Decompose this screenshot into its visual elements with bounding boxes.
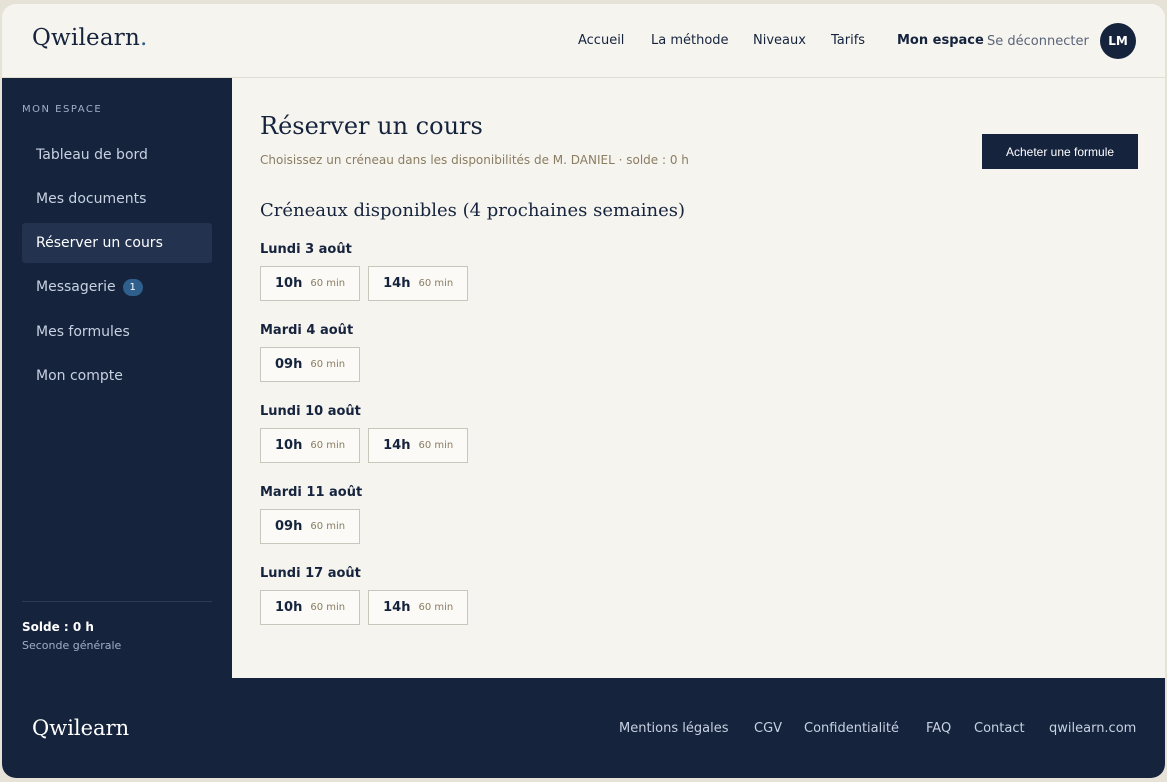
footer-logo[interactable]: Qwilearn <box>32 716 129 740</box>
sidebar-item-label: Réserver un cours <box>36 235 163 251</box>
nav-link-mon-espace[interactable]: Mon espace <box>897 33 984 48</box>
slot-duration: 60 min <box>418 440 454 451</box>
footer-link-contact[interactable]: Contact <box>974 721 1025 736</box>
time-slot[interactable]: 10h 60 min <box>260 590 361 625</box>
sidebar-item-label: Mes formules <box>36 324 130 340</box>
sidebar-item-mon-compte[interactable]: Mon compte <box>22 356 212 396</box>
buy-formula-button[interactable]: Acheter une formule <box>982 134 1138 169</box>
day-group: Mardi 4 août 09h 60 min <box>260 323 860 382</box>
sidebar-level: Seconde générale <box>22 639 122 652</box>
slot-list: 10h 60 min 14h 60 min <box>260 590 860 625</box>
page-title: Réserver un cours <box>260 112 483 140</box>
app-window: Qwilearn. Accueil La méthode Niveaux Tar… <box>2 4 1165 778</box>
logo-dot: . <box>140 25 148 51</box>
time-slot[interactable]: 09h 60 min <box>260 347 361 382</box>
page-subtitle: Choisissez un créneau dans les disponibi… <box>260 153 689 167</box>
slot-time: 09h <box>275 519 303 534</box>
sidebar-item-label: Mes documents <box>36 191 147 207</box>
day-label: Lundi 17 août <box>260 566 361 581</box>
sidebar-item-mes-formules[interactable]: Mes formules <box>22 312 212 352</box>
sidebar-item-messagerie[interactable]: Messagerie 1 <box>22 267 212 307</box>
sidebar: MON ESPACE Tableau de bord Mes documents… <box>2 78 232 678</box>
footer: Qwilearn Mentions légales CGV Confidenti… <box>2 678 1165 778</box>
sidebar-heading: MON ESPACE <box>22 104 103 115</box>
footer-link-faq[interactable]: FAQ <box>926 721 951 736</box>
day-label: Lundi 3 août <box>260 242 352 257</box>
sidebar-item-label: Messagerie <box>36 279 116 295</box>
top-header: Qwilearn. Accueil La méthode Niveaux Tar… <box>2 4 1165 78</box>
footer-link-website[interactable]: qwilearn.com <box>1049 721 1136 736</box>
footer-link-mentions-legales[interactable]: Mentions légales <box>619 721 728 736</box>
slot-time: 14h <box>383 276 411 291</box>
sidebar-item-reserver-un-cours[interactable]: Réserver un cours <box>22 223 212 263</box>
sidebar-divider <box>22 601 212 602</box>
day-label: Mardi 11 août <box>260 485 363 500</box>
slot-time: 09h <box>275 357 303 372</box>
logo-text: Qwilearn <box>32 25 140 51</box>
slot-list: 10h 60 min 14h 60 min <box>260 266 860 301</box>
slot-duration: 60 min <box>310 440 346 451</box>
sidebar-item-tableau-de-bord[interactable]: Tableau de bord <box>22 135 212 175</box>
day-group: Lundi 3 août 10h 60 min 14h 60 min <box>260 242 860 301</box>
nav-link-tarifs[interactable]: Tarifs <box>831 33 865 48</box>
slot-duration: 60 min <box>418 278 454 289</box>
time-slot[interactable]: 14h 60 min <box>368 590 469 625</box>
slot-time: 14h <box>383 438 411 453</box>
day-label: Lundi 10 août <box>260 404 361 419</box>
nav-link-accueil[interactable]: Accueil <box>578 33 624 48</box>
footer-link-confidentialite[interactable]: Confidentialité <box>804 721 899 736</box>
slot-time: 10h <box>275 276 303 291</box>
slot-list: 09h 60 min <box>260 347 860 382</box>
logo[interactable]: Qwilearn. <box>32 25 148 51</box>
time-slot[interactable]: 14h 60 min <box>368 428 469 463</box>
slot-duration: 60 min <box>418 602 454 613</box>
slot-duration: 60 min <box>310 602 346 613</box>
avatar[interactable]: LM <box>1100 23 1136 59</box>
time-slot[interactable]: 14h 60 min <box>368 266 469 301</box>
time-slot[interactable]: 10h 60 min <box>260 428 361 463</box>
slot-time: 14h <box>383 600 411 615</box>
logout-link[interactable]: Se déconnecter <box>987 34 1089 49</box>
day-group: Lundi 17 août 10h 60 min 14h 60 min <box>260 566 860 625</box>
slot-time: 10h <box>275 600 303 615</box>
nav-link-methode[interactable]: La méthode <box>651 33 729 48</box>
sidebar-item-mes-documents[interactable]: Mes documents <box>22 179 212 219</box>
slot-time: 10h <box>275 438 303 453</box>
slot-list: 09h 60 min <box>260 509 860 544</box>
nav-link-niveaux[interactable]: Niveaux <box>753 33 806 48</box>
day-group: Lundi 10 août 10h 60 min 14h 60 min <box>260 404 860 463</box>
time-slot[interactable]: 10h 60 min <box>260 266 361 301</box>
section-title: Créneaux disponibles (4 prochaines semai… <box>260 200 686 221</box>
sidebar-item-label: Mon compte <box>36 368 123 384</box>
time-slot[interactable]: 09h 60 min <box>260 509 361 544</box>
sidebar-balance: Solde : 0 h <box>22 620 94 634</box>
slot-duration: 60 min <box>310 278 346 289</box>
day-label: Mardi 4 août <box>260 323 354 338</box>
slot-duration: 60 min <box>310 521 346 532</box>
sidebar-item-label: Tableau de bord <box>36 147 148 163</box>
unread-badge: 1 <box>122 278 143 296</box>
slot-list: 10h 60 min 14h 60 min <box>260 428 860 463</box>
footer-link-cgv[interactable]: CGV <box>754 721 782 736</box>
main-content: Réserver un cours Choisissez un créneau … <box>232 78 1165 678</box>
day-group: Mardi 11 août 09h 60 min <box>260 485 860 544</box>
slot-duration: 60 min <box>310 359 346 370</box>
